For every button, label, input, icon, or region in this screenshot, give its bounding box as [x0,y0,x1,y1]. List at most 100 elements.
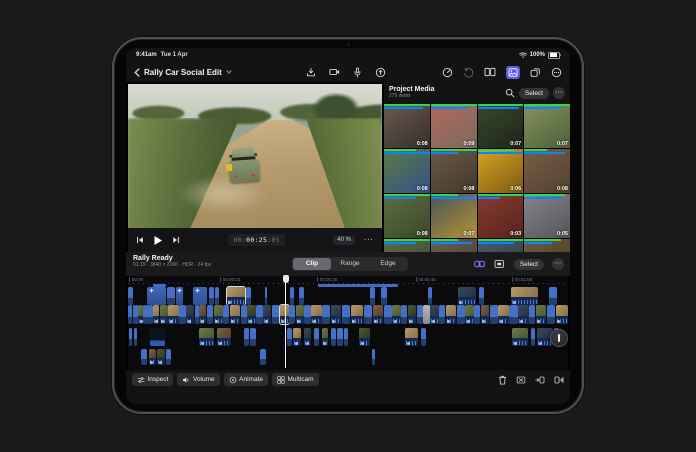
timeline-clip[interactable] [364,305,372,324]
timeline-clip[interactable] [230,305,241,324]
timeline-clip[interactable] [351,305,364,324]
timeline-clip[interactable] [423,305,430,324]
chevron-down-icon[interactable] [226,70,232,74]
duplicate-icon[interactable] [530,67,541,78]
media-item[interactable]: 0:03 [478,194,524,238]
timeline-clip[interactable] [344,328,349,346]
timeline-select-button[interactable]: Select [514,259,544,270]
more-circle-icon[interactable] [551,67,562,78]
timeline-clip[interactable] [293,328,301,346]
search-icon[interactable] [505,88,515,98]
timeline-clip[interactable] [179,305,185,324]
timeline-clip[interactable] [199,305,206,324]
timeline-clip[interactable] [214,305,223,324]
browser-icon[interactable] [506,66,520,79]
timeline-clip[interactable] [512,328,528,346]
timeline-clip[interactable] [511,287,538,305]
timeline-clip[interactable] [322,305,330,324]
timeline-clip[interactable] [401,305,407,324]
connect-clip-icon[interactable] [473,259,486,269]
timeline-clip[interactable] [531,328,535,346]
timeline-clip[interactable] [381,287,386,305]
media-item[interactable]: 0:08 [431,149,477,193]
timeline-clip[interactable] [479,287,485,305]
timeline-clip[interactable] [405,328,418,346]
media-item[interactable] [478,239,524,252]
timeline-clip[interactable] [227,287,245,305]
timeline-clip[interactable] [474,305,480,324]
timeline-clip[interactable] [193,287,207,305]
timeline-clip[interactable] [446,305,457,324]
timeline[interactable]: 00:0000:00:1500:00:3000:00:4500:01:00 [128,276,568,370]
trash-icon[interactable] [498,375,507,385]
overwrite-icon[interactable] [516,375,526,385]
skip-forward-icon[interactable] [172,236,180,244]
project-title[interactable]: Rally Car Social Edit [144,68,222,77]
timeline-clip[interactable] [439,305,445,324]
media-select-button[interactable]: Select [519,88,549,99]
timeline-clip[interactable] [529,305,535,324]
timeline-clip[interactable] [408,305,416,324]
timeline-clip[interactable] [186,305,194,324]
timeline-clip[interactable] [509,305,517,324]
timeline-clip[interactable] [246,287,251,305]
timeline-clip[interactable] [392,305,400,324]
timeline-clip[interactable] [217,328,231,346]
insert-icon[interactable] [535,375,545,385]
media-item[interactable] [384,239,430,252]
timeline-clip[interactable] [498,305,509,324]
segment-clip[interactable]: Clip [293,258,331,270]
import-icon[interactable] [306,67,316,78]
timeline-clip[interactable] [304,305,310,324]
timeline-clip[interactable] [299,287,305,305]
timeline-clip[interactable] [430,305,438,324]
timeline-clip[interactable] [465,305,473,324]
timeline-clip[interactable] [373,305,384,324]
timeline-clip[interactable] [296,305,304,324]
timeline-clip[interactable] [272,305,279,324]
timeline-clip[interactable] [304,328,311,346]
timeline-clip[interactable] [176,287,184,305]
timeline-clip[interactable] [138,305,142,324]
timeline-clip[interactable] [331,328,336,346]
timeline-clip[interactable] [167,287,174,305]
timeline-clip[interactable] [384,305,392,324]
timeline-clip[interactable] [166,349,171,365]
timeline-more-button[interactable]: ··· [552,258,564,270]
play-button[interactable] [153,235,163,246]
timeline-clip[interactable] [241,305,247,324]
media-item[interactable]: 0:06 [478,149,524,193]
animate-button[interactable]: Animate [224,373,268,386]
inspect-button[interactable]: Inspect [132,373,173,386]
media-item[interactable] [431,239,477,252]
timeline-clip[interactable] [359,328,370,346]
timeline-clip[interactable] [547,305,555,324]
media-item[interactable]: 0:05 [524,194,570,238]
timeline-clip[interactable] [195,305,199,324]
timeline-clip[interactable] [244,328,249,346]
timeline-clip[interactable] [536,305,547,324]
media-item[interactable]: 0:08 [384,104,430,148]
media-item[interactable] [524,239,570,252]
timeline-clip[interactable] [128,305,132,324]
camera-icon[interactable] [329,67,340,77]
timeline-clip[interactable] [150,328,165,346]
timeline-clip[interactable] [129,328,133,346]
media-item[interactable]: 0:08 [384,194,430,238]
timeline-clip[interactable] [457,305,465,324]
viewer-zoom-level[interactable]: 40 % [333,236,355,245]
timecode[interactable]: 00:00:25:05 [228,234,284,246]
volume-button[interactable]: Volume [177,373,219,386]
timeline-clip[interactable] [134,328,138,346]
skip-back-icon[interactable] [136,236,144,244]
media-item[interactable]: 0:08 [384,149,430,193]
back-icon[interactable] [134,68,140,77]
timeline-clip[interactable] [311,305,322,324]
media-item[interactable]: 0:07 [478,104,524,148]
timeline-clip[interactable] [370,287,376,305]
connected-bar[interactable] [318,284,398,287]
capture-icon[interactable] [375,67,386,78]
timeline-clip[interactable] [168,305,179,324]
timeline-clip[interactable] [421,328,426,346]
playhead[interactable] [285,276,286,368]
